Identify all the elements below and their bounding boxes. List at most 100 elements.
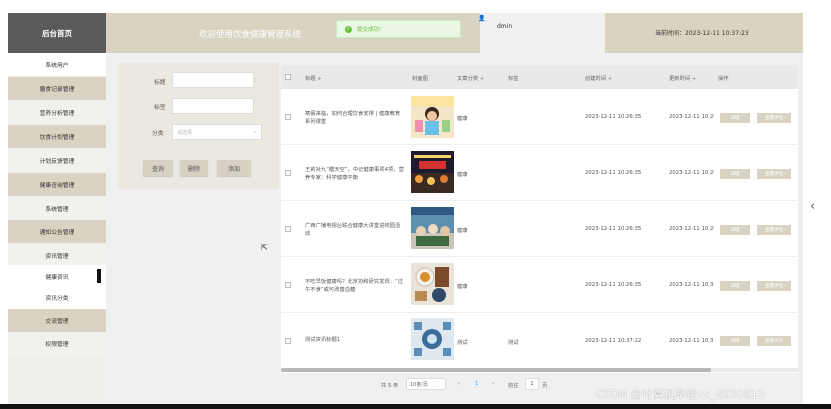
sidebar-item-news[interactable]: 资讯管理 — [8, 244, 106, 267]
delete-button[interactable]: 删除 — [180, 160, 208, 176]
pager-total: 共 5 条 — [381, 383, 399, 389]
cover-image[interactable] — [411, 207, 454, 249]
frame-bottom — [0, 404, 831, 409]
welcome-title: 欢迎使用饮食健康管理系统 — [198, 30, 301, 40]
app: 后台首页 欢迎使用饮食健康管理系统 👤 dmin 当前时间：2023-12-11… — [0, 0, 831, 409]
user-icon[interactable]: 👤 — [478, 15, 485, 22]
goto-page-value: 1 — [530, 381, 534, 387]
row-category: 健康 — [457, 284, 468, 290]
row-created: 2023-12-11 10:26:35 — [585, 226, 642, 232]
next-page-button[interactable]: › — [492, 381, 494, 387]
page-number-current[interactable]: 1 — [475, 381, 478, 387]
title-label: 标题 — [154, 80, 166, 86]
sidebar-item-permissions[interactable]: 权限管理 — [8, 332, 106, 355]
detail-button[interactable]: 详情 — [720, 225, 750, 235]
row-category: 健康 — [457, 228, 468, 234]
title-input[interactable] — [172, 72, 254, 88]
sidebar-item-health-news[interactable]: 健康资讯 — [8, 265, 106, 288]
detail-button[interactable]: 详情 — [720, 336, 750, 346]
header-created[interactable]: 创建时间 ÷ — [585, 74, 612, 82]
header-category[interactable]: 文章分类 ÷ — [457, 74, 484, 82]
cover-image[interactable] — [411, 318, 454, 360]
sidebar-item-diet-plan[interactable]: 饮食计划管理 — [8, 125, 106, 148]
sidebar-active-indicator — [97, 269, 101, 283]
row-updated: 2023-12-11 10:34:18 — [669, 282, 714, 288]
view-comments-button[interactable]: 查看评论 — [757, 225, 791, 235]
category-select[interactable]: 请选择 ⌄ — [172, 124, 262, 140]
header-title[interactable]: 标题 ÷ — [305, 74, 322, 82]
watermark: CSDN @计算机毕设vx_BS30813 — [596, 388, 765, 401]
check-icon: ✓ — [345, 25, 352, 33]
admin-panel — [480, 13, 605, 53]
row-updated: 2023-12-11 10:26:35 — [669, 170, 714, 176]
admin-name[interactable]: dmin — [497, 23, 512, 30]
mouse-cursor-icon: ⇱ — [261, 243, 268, 252]
page-size-select[interactable]: 10条/页 — [406, 378, 446, 390]
row-category: 健康 — [457, 116, 468, 122]
goto-label: 前往 — [508, 383, 519, 389]
sidebar-item-notice[interactable]: 通知公告管理 — [8, 220, 106, 243]
sidebar-item-nutrition[interactable]: 营养分析管理 — [8, 101, 106, 124]
sidebar-item-news-category[interactable]: 资讯分类 — [8, 286, 106, 309]
row-title: 测试资讯标题1 — [305, 337, 341, 343]
toast-text: 提交成功! — [357, 27, 382, 33]
detail-button[interactable]: 详情 — [720, 169, 750, 179]
header-tag: 标签 — [508, 76, 519, 82]
view-comments-button[interactable]: 查看评论 — [757, 336, 791, 346]
sidebar-item-system[interactable]: 系统管理 — [8, 197, 106, 220]
prev-page-button[interactable]: ‹ — [458, 381, 460, 387]
current-time: 当前时间：2023-12-11 10:37:23 — [655, 30, 749, 37]
row-checkbox[interactable] — [285, 338, 291, 344]
row-tag: 测试 — [508, 340, 519, 346]
page-size-value: 10条/页 — [410, 382, 429, 388]
query-button[interactable]: 查询 — [143, 160, 173, 176]
sidebar-item-users[interactable]: 系统用户 — [8, 53, 106, 76]
row-checkbox[interactable] — [285, 226, 291, 232]
add-button[interactable]: 添加 — [217, 160, 251, 176]
view-comments-button[interactable]: 查看评论 — [757, 113, 791, 123]
select-all-checkbox[interactable] — [285, 74, 291, 80]
sidebar-item-plan-feedback[interactable]: 计划反馈管理 — [8, 149, 106, 172]
header-cover: 封面图 — [412, 76, 428, 82]
row-checkbox[interactable] — [285, 170, 291, 176]
success-toast: ✓ 提交成功! — [336, 20, 461, 38]
header-updated[interactable]: 更新时间 ÷ — [669, 74, 696, 82]
row-category: 测试 — [457, 340, 468, 346]
row-created: 2023-12-11 10:37:22 — [585, 338, 642, 344]
detail-button[interactable]: 详情 — [720, 113, 750, 123]
row-checkbox[interactable] — [285, 282, 291, 288]
row-category: 健康 — [457, 172, 468, 178]
row-title: 王莉对九“膳天空”，中记健康事项4项，营养专家：科学健康平衡 — [305, 167, 404, 181]
chevron-down-icon: ⌄ — [251, 128, 257, 135]
row-title: 寒假来临，如何合理饮食安排 | 健康教育系列课堂 — [305, 111, 401, 125]
header-actions: 操作 — [718, 76, 729, 82]
logo-home[interactable]: 后台首页 — [8, 13, 106, 53]
view-comments-button[interactable]: 查看评论 — [757, 169, 791, 179]
chevron-left-icon[interactable]: ‹ — [810, 199, 815, 214]
cover-image[interactable] — [411, 96, 454, 138]
cover-image[interactable] — [411, 263, 454, 305]
row-created: 2023-12-11 10:26:35 — [585, 114, 642, 120]
row-created: 2023-12-11 10:26:35 — [585, 170, 642, 176]
sidebar-item-consult[interactable]: 健康咨询管理 — [8, 173, 106, 196]
row-updated: 2023-12-11 10:37:22 — [669, 338, 714, 344]
row-checkbox[interactable] — [285, 114, 291, 120]
row-updated: 2023-12-11 10:26:35 — [669, 114, 714, 120]
category-placeholder: 请选择 — [177, 130, 193, 136]
cover-image[interactable] — [411, 151, 454, 193]
row-title: 广西广播电视台联合健康大讲堂进校园活动 — [305, 223, 401, 237]
sidebar-item-communication[interactable]: 交流管理 — [8, 309, 106, 332]
sidebar-item-diet-records[interactable]: 膳食记录管理 — [8, 77, 106, 100]
page-unit: 页 — [542, 383, 548, 389]
detail-button[interactable]: 详情 — [720, 281, 750, 291]
tag-label: 标签 — [154, 105, 166, 111]
row-created: 2023-12-11 10:26:35 — [585, 282, 642, 288]
goto-page-input[interactable]: 1 — [525, 378, 539, 390]
frame-top — [0, 0, 831, 8]
tag-input[interactable] — [172, 98, 254, 114]
row-updated: 2023-12-11 10:26:35 — [669, 226, 714, 232]
view-comments-button[interactable]: 查看评论 — [757, 281, 791, 291]
scrollbar-thumb[interactable] — [281, 368, 711, 372]
category-label: 分类 — [152, 131, 164, 137]
row-title: 不吃早饭健康吗？北京协和研究发现：“过午不食”或可改善血糖 — [305, 279, 404, 293]
